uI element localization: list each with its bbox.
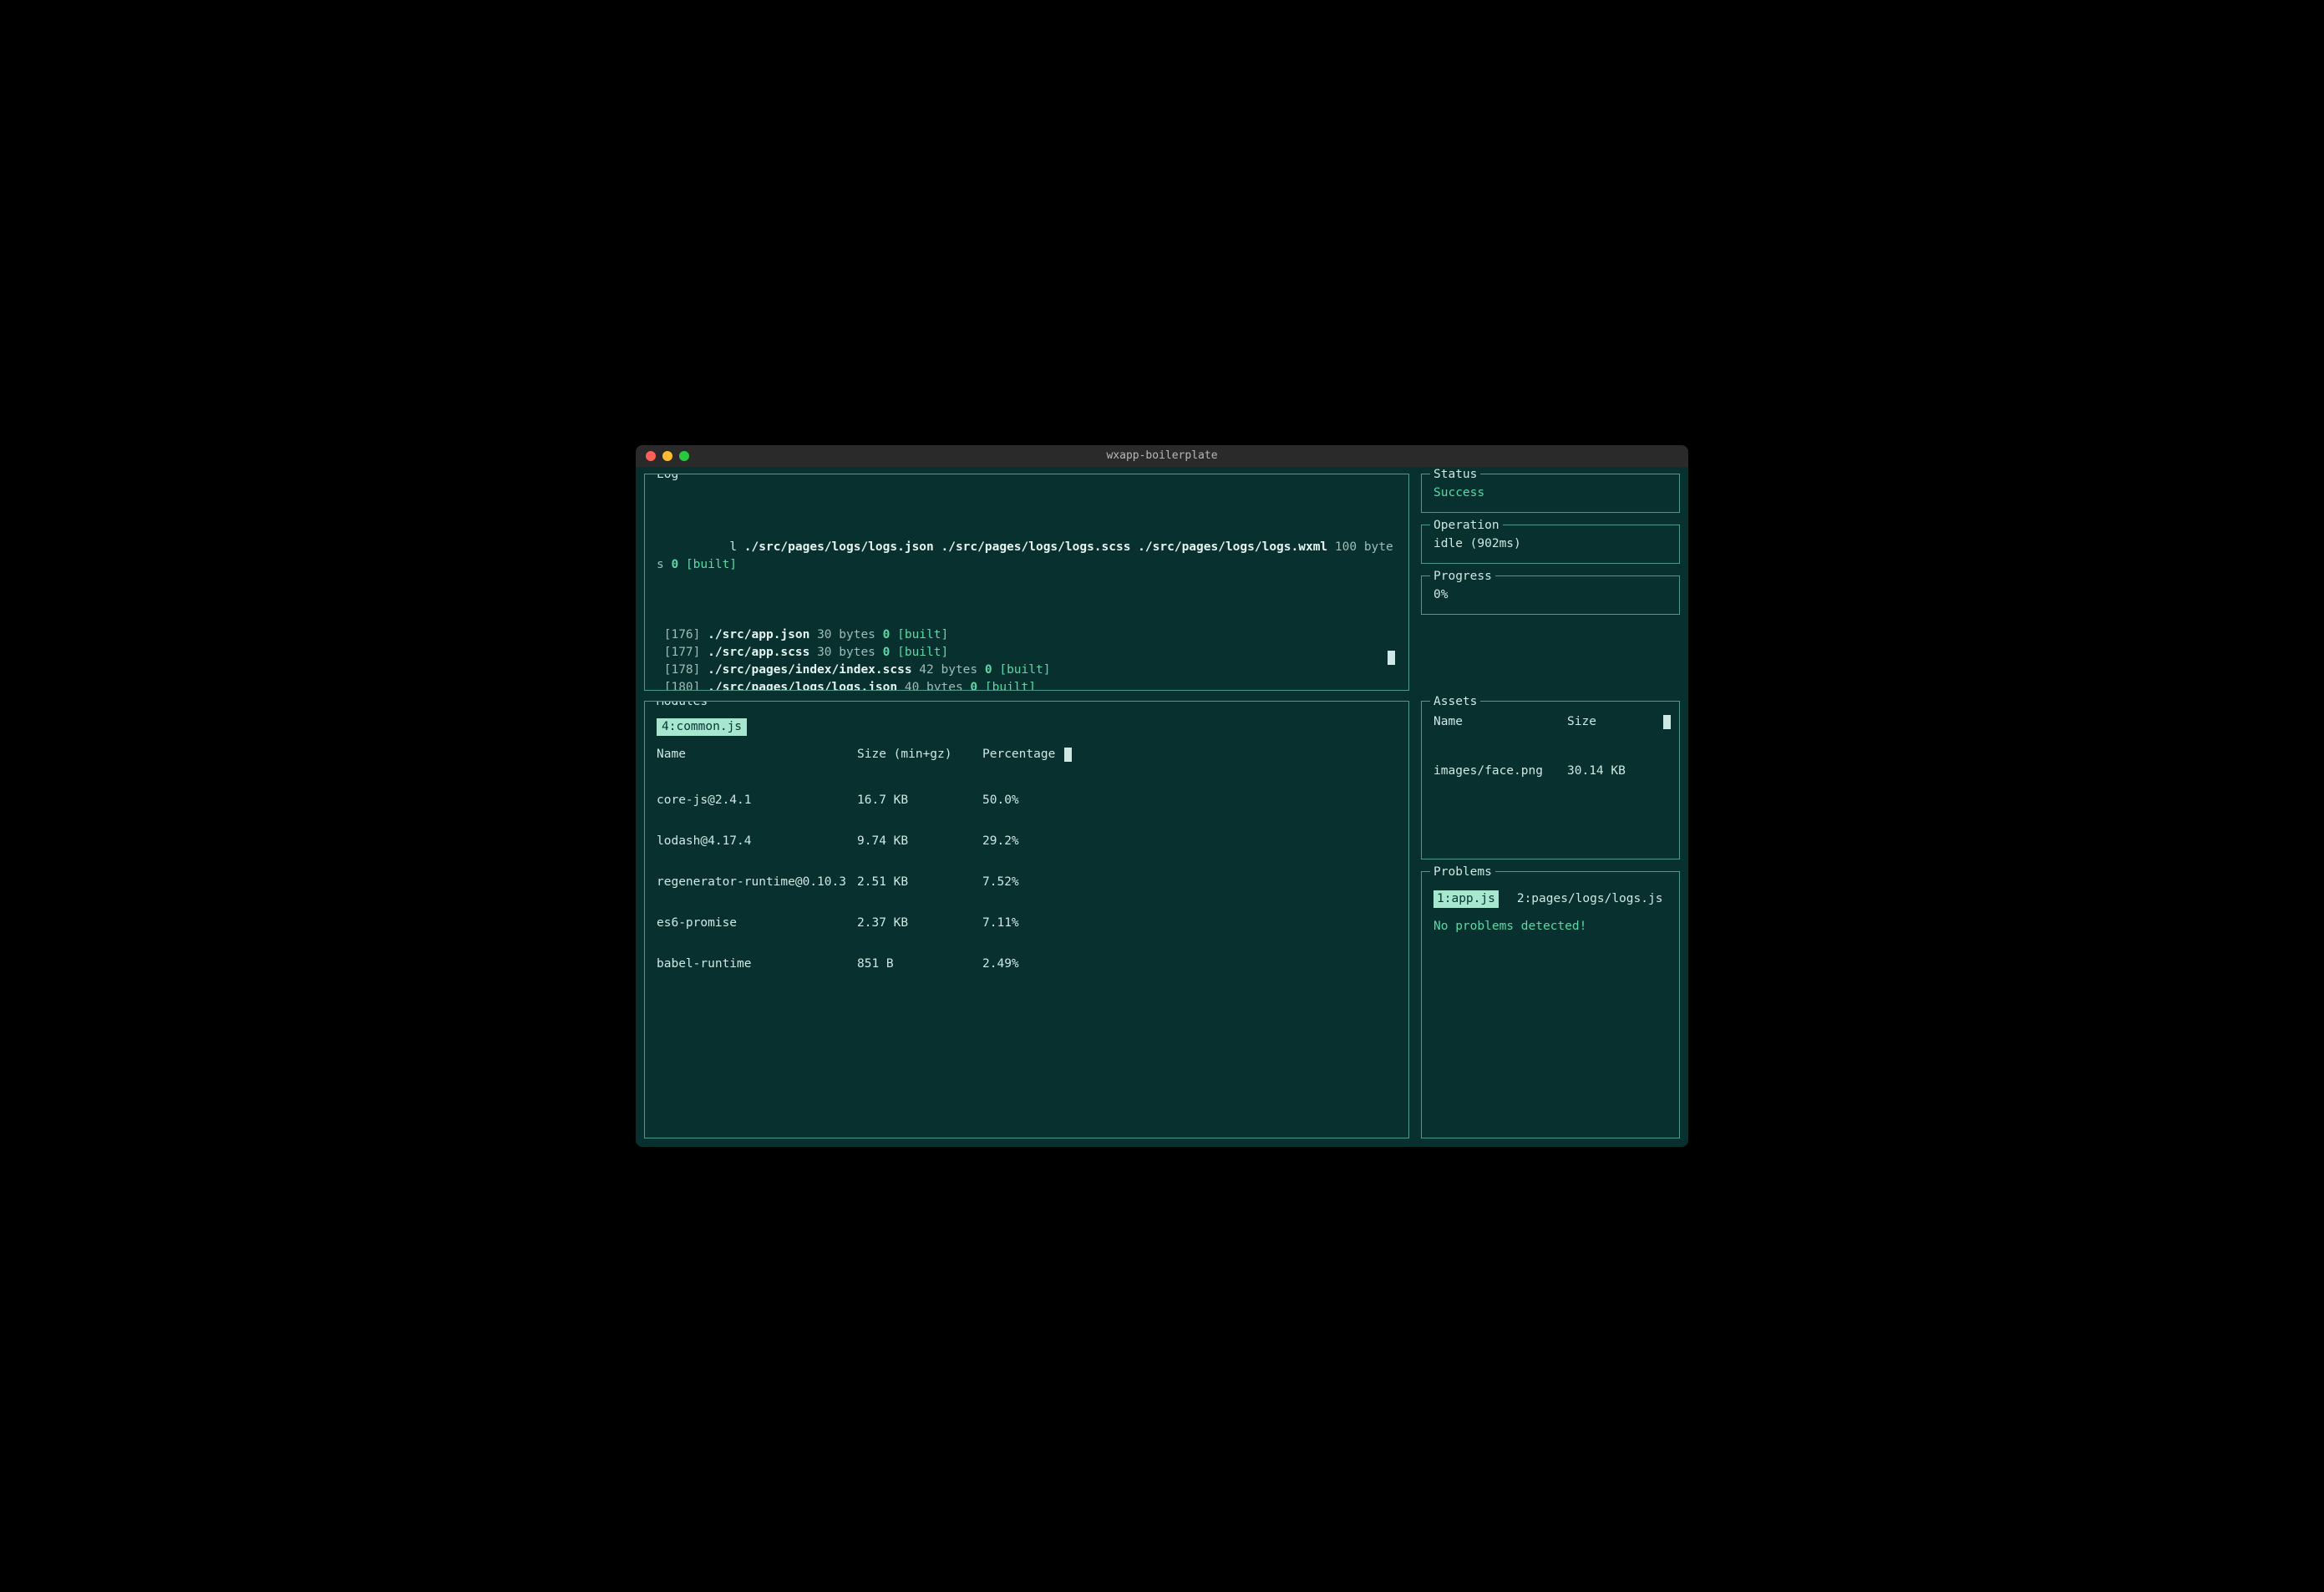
- log-line-built: [built]: [890, 646, 948, 659]
- progress-panel: Progress 0%: [1421, 575, 1680, 615]
- module-name: regenerator-runtime@0.10.3: [657, 874, 857, 891]
- asset-size: 30.14 KB: [1567, 763, 1667, 780]
- problems-panel[interactable]: Problems 1:app.js2:pages/logs/logs.js3:p…: [1421, 871, 1680, 1138]
- log-legend: Log: [653, 474, 682, 484]
- asset-name: images/face.png: [1433, 763, 1567, 780]
- modules-header-name: Name: [657, 746, 857, 763]
- modules-header-pct: Percentage: [982, 746, 1074, 763]
- module-name: babel-runtime: [657, 956, 857, 973]
- log-line: [178] ./src/pages/index/index.scss 42 by…: [657, 662, 1397, 679]
- problems-legend: Problems: [1430, 864, 1495, 881]
- log-wrap-prefix: l: [729, 540, 743, 554]
- log-line-bytes: 30 bytes: [809, 628, 882, 641]
- module-size: 851 B: [857, 956, 982, 973]
- titlebar: wxapp-boilerplate: [636, 445, 1688, 467]
- log-line-built: [built]: [992, 663, 1051, 677]
- status-panel: Status Success: [1421, 474, 1680, 513]
- module-size: 9.74 KB: [857, 833, 982, 850]
- module-name: lodash@4.17.4: [657, 833, 857, 850]
- module-pct: 50.0%: [982, 792, 1074, 809]
- log-line-id: [180]: [664, 681, 701, 691]
- operation-value: idle (902ms): [1433, 535, 1667, 553]
- cursor-icon: [1064, 748, 1072, 762]
- status-value: Success: [1433, 484, 1667, 502]
- log-line-path: ./src/pages/index/index.scss: [708, 663, 911, 677]
- log-wrap-zero: 0: [671, 558, 678, 571]
- log-line: [177] ./src/app.scss 30 bytes 0 [built]: [657, 644, 1397, 662]
- log-content: l ./src/pages/logs/logs.json ./src/pages…: [657, 486, 1397, 691]
- problems-tab[interactable]: 2:pages/logs/logs.js: [1517, 890, 1663, 908]
- module-size: 16.7 KB: [857, 792, 982, 809]
- window-title: wxapp-boilerplate: [636, 449, 1688, 464]
- log-line-path: ./src/pages/logs/logs.json: [708, 681, 897, 691]
- log-wrap-files: ./src/pages/logs/logs.json ./src/pages/l…: [744, 540, 1327, 554]
- module-size: 2.51 KB: [857, 874, 982, 891]
- log-line-id: [176]: [664, 628, 701, 641]
- module-pct: 29.2%: [982, 833, 1074, 850]
- log-line-id: [178]: [664, 663, 701, 677]
- progress-value: 0%: [1433, 586, 1667, 604]
- minimize-icon[interactable]: [662, 451, 672, 461]
- assets-legend: Assets: [1430, 693, 1480, 711]
- module-name: core-js@2.4.1: [657, 792, 857, 809]
- cursor-icon: [1388, 651, 1395, 665]
- progress-legend: Progress: [1430, 568, 1495, 586]
- assets-panel[interactable]: Assets NameSizeimages/face.png30.14 KB: [1421, 701, 1680, 859]
- terminal-body: Log l ./src/pages/logs/logs.json ./src/p…: [636, 467, 1688, 1147]
- module-pct: 2.49%: [982, 956, 1074, 973]
- log-line-bytes: 40 bytes: [897, 681, 970, 691]
- module-size: 2.37 KB: [857, 915, 982, 932]
- window-controls: [636, 451, 689, 461]
- operation-panel: Operation idle (902ms): [1421, 525, 1680, 564]
- log-panel[interactable]: Log l ./src/pages/logs/logs.json ./src/p…: [644, 474, 1409, 691]
- log-wrap-built: [built]: [678, 558, 737, 571]
- log-line-built: [built]: [977, 681, 1036, 691]
- modules-legend: Modules: [653, 701, 711, 711]
- log-line-id: [177]: [664, 646, 701, 659]
- problems-tab[interactable]: 1:app.js: [1433, 890, 1499, 908]
- module-pct: 7.11%: [982, 915, 1074, 932]
- log-line: [180] ./src/pages/logs/logs.json 40 byte…: [657, 679, 1397, 691]
- modules-panel[interactable]: Modules 4:common.js NameSize (min+gz)Per…: [644, 701, 1409, 1138]
- log-line-zero: 0: [970, 681, 977, 691]
- cursor-icon: [1663, 715, 1671, 729]
- modules-header-size: Size (min+gz): [857, 746, 982, 763]
- module-name: es6-promise: [657, 915, 857, 932]
- assets-header-size: Size: [1567, 713, 1667, 731]
- operation-legend: Operation: [1430, 517, 1503, 535]
- log-line-built: [built]: [890, 628, 948, 641]
- zoom-icon[interactable]: [679, 451, 689, 461]
- log-line-path: ./src/app.scss: [708, 646, 809, 659]
- modules-file-badge[interactable]: 4:common.js: [657, 718, 747, 736]
- close-icon[interactable]: [646, 451, 656, 461]
- terminal-window: wxapp-boilerplate Log l ./src/pages/logs…: [636, 445, 1688, 1147]
- log-line-bytes: 42 bytes: [912, 663, 985, 677]
- log-line-bytes: 30 bytes: [809, 646, 882, 659]
- log-line: [176] ./src/app.json 30 bytes 0 [built]: [657, 626, 1397, 644]
- assets-header-name: Name: [1433, 713, 1567, 731]
- log-line-path: ./src/app.json: [708, 628, 809, 641]
- problems-message: No problems detected!: [1433, 918, 1667, 935]
- module-pct: 7.52%: [982, 874, 1074, 891]
- status-legend: Status: [1430, 467, 1480, 484]
- log-line-zero: 0: [985, 663, 992, 677]
